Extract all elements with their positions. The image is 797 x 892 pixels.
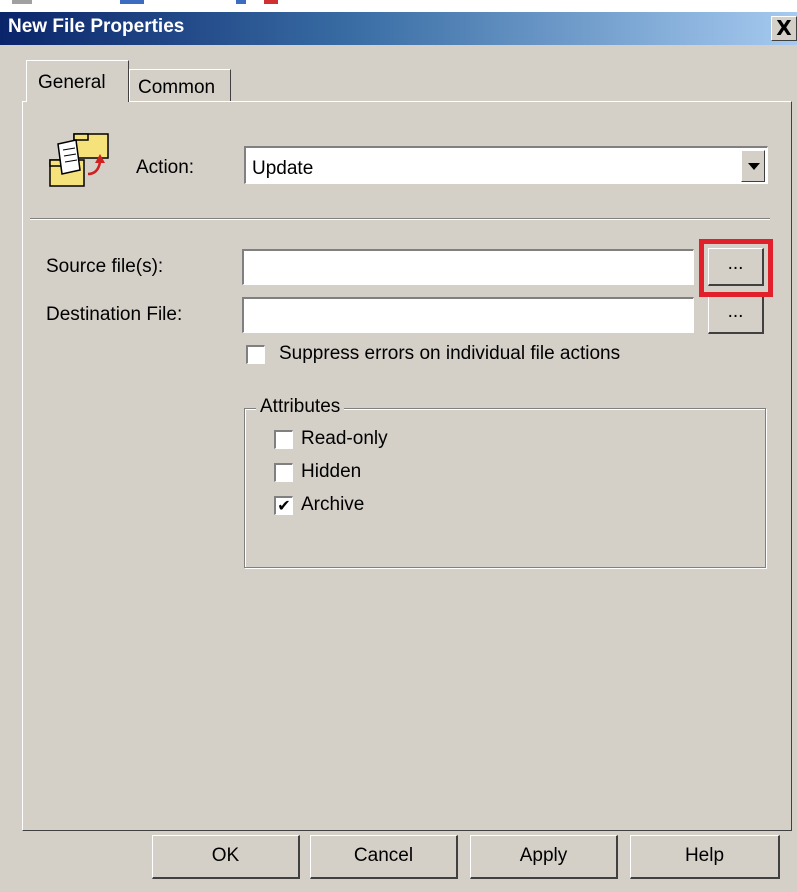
- readonly-label: Read-only: [301, 428, 388, 449]
- archive-checkbox[interactable]: ✔: [274, 495, 293, 515]
- readonly-option[interactable]: Read-only: [274, 428, 388, 450]
- cancel-button-label: Cancel: [353, 845, 414, 866]
- close-button[interactable]: X: [771, 16, 797, 41]
- help-button[interactable]: Help: [630, 835, 780, 879]
- checkmark-icon: ✔: [277, 495, 291, 515]
- hidden-label: Hidden: [301, 461, 362, 482]
- destination-browse-button[interactable]: ...: [708, 296, 764, 334]
- hidden-option[interactable]: Hidden: [274, 461, 361, 483]
- highlight-box: [699, 239, 773, 297]
- action-combobox-value: Update: [252, 158, 314, 179]
- chevron-down-icon: [748, 163, 760, 170]
- source-files-input[interactable]: [242, 249, 694, 285]
- archive-option[interactable]: ✔ Archive: [274, 494, 364, 516]
- destination-browse-label: ...: [727, 301, 744, 322]
- suppress-errors-label: Suppress errors on individual file actio…: [279, 343, 621, 364]
- ok-button[interactable]: OK: [152, 835, 300, 879]
- suppress-errors-option[interactable]: Suppress errors on individual file actio…: [246, 343, 620, 365]
- tab-general[interactable]: General: [26, 60, 129, 102]
- file-copy-icon: [49, 133, 109, 187]
- action-dropdown-button[interactable]: [741, 150, 765, 182]
- readonly-checkbox[interactable]: [274, 429, 293, 449]
- suppress-errors-checkbox[interactable]: [246, 344, 265, 364]
- tab-common-label: Common: [138, 77, 216, 98]
- help-button-label: Help: [684, 845, 725, 866]
- new-file-properties-dialog: New File Properties X General Common Act…: [0, 12, 797, 892]
- source-files-label: Source file(s):: [46, 256, 164, 277]
- tab-common[interactable]: Common: [129, 69, 231, 102]
- close-icon: X: [776, 16, 792, 40]
- action-label: Action:: [136, 157, 195, 178]
- apply-button-label: Apply: [519, 845, 568, 866]
- attributes-group-title: Attributes: [256, 396, 345, 418]
- destination-file-label: Destination File:: [46, 304, 183, 325]
- action-combobox[interactable]: Update: [244, 146, 768, 184]
- apply-button[interactable]: Apply: [470, 835, 618, 879]
- title-bar: New File Properties X: [0, 12, 797, 45]
- separator: [30, 218, 770, 220]
- background-strip: [0, 0, 797, 12]
- cancel-button[interactable]: Cancel: [310, 835, 458, 879]
- ok-button-label: OK: [211, 845, 240, 866]
- archive-label: Archive: [301, 494, 365, 515]
- tab-general-label: General: [38, 72, 106, 93]
- hidden-checkbox[interactable]: [274, 462, 293, 482]
- destination-file-input[interactable]: [242, 297, 694, 333]
- window-title: New File Properties: [8, 16, 185, 37]
